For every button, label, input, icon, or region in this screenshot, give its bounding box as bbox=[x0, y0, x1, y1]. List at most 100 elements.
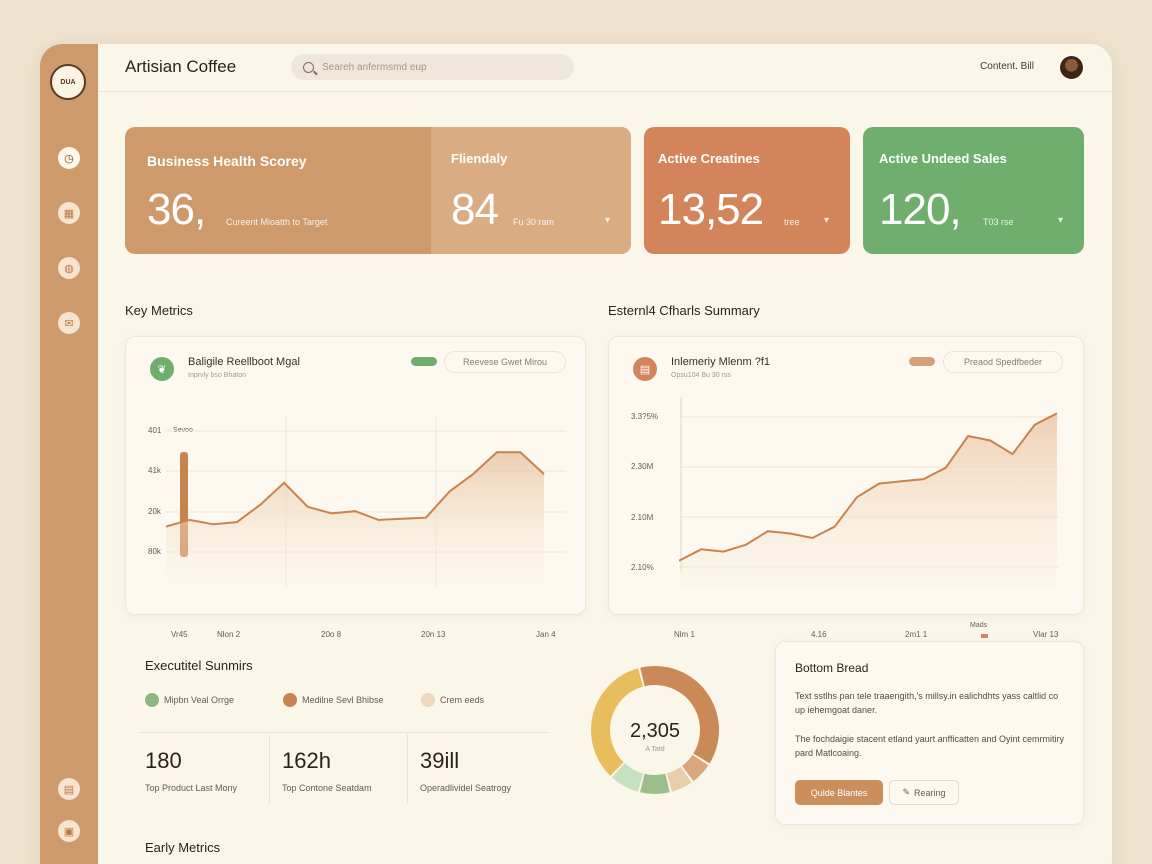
x-tick: 4.16 bbox=[811, 630, 827, 639]
chevron-down-icon[interactable]: ▾ bbox=[1058, 215, 1063, 226]
marker-swatch bbox=[981, 634, 988, 638]
store-icon[interactable]: ▦ bbox=[58, 202, 80, 224]
legend-label: Mipbn Veal Orrge bbox=[164, 695, 235, 705]
chart-right-plot bbox=[679, 397, 1059, 587]
stat-label: Top Product Last Mony bbox=[145, 783, 238, 793]
y-tick: 2.10% bbox=[631, 563, 654, 572]
x-tick: Nlm 1 bbox=[674, 630, 695, 639]
edit-icon: ✎ bbox=[902, 787, 910, 797]
stat-value: 180 bbox=[145, 748, 182, 773]
stat-label: Operadlividel Seatrogy bbox=[420, 783, 512, 793]
legend-swatch bbox=[411, 357, 437, 366]
cup-icon[interactable]: ◍ bbox=[58, 257, 80, 279]
legend-label: Crem eeds bbox=[440, 695, 485, 705]
chart-left-plot bbox=[166, 417, 566, 587]
calendar-icon[interactable]: ▤ bbox=[58, 778, 80, 800]
chevron-down-icon[interactable]: ▾ bbox=[824, 215, 829, 226]
legend-label: Medilne Sevl Bhibse bbox=[302, 695, 384, 705]
kpi-title: Active Creatines bbox=[658, 151, 760, 166]
donut-segment bbox=[640, 773, 670, 795]
compass-icon[interactable]: ◷ bbox=[58, 147, 80, 169]
chevron-down-icon[interactable]: ▾ bbox=[605, 215, 610, 226]
kpi-sub: Cureent Mioatth to Target bbox=[226, 217, 328, 227]
secondary-button-label: Rearing bbox=[914, 787, 946, 798]
y-tick: 2.30M bbox=[631, 462, 654, 471]
divider bbox=[138, 732, 550, 733]
section-title-key-metrics: Key Metrics bbox=[125, 303, 193, 318]
body-text: Text sstlhs pan tele traaengith,'s mills… bbox=[795, 691, 1059, 715]
secondary-button[interactable]: ✎ Rearing bbox=[889, 780, 959, 805]
logo-text: DUA bbox=[60, 78, 76, 86]
x-tick: Nlon 2 bbox=[217, 630, 241, 639]
top-bar: Artisian Coffee Seareh anfermsmd eup Con… bbox=[98, 44, 1112, 92]
kpi-card-creatives[interactable]: Active Creatines 13,52 tree ▾ bbox=[644, 127, 850, 254]
kpi-title: Active Undeed Sales bbox=[879, 151, 1007, 166]
legend-swatch bbox=[909, 357, 935, 366]
user-name[interactable]: Content. Bill bbox=[980, 61, 1034, 72]
kpi-card-sales[interactable]: Active Undeed Sales 120, T03 rse ▾ bbox=[863, 127, 1084, 254]
kpi-value: 84 bbox=[451, 185, 499, 234]
area-fill bbox=[166, 452, 544, 587]
donut-value: 2,305 bbox=[629, 720, 681, 742]
bottom-bread-card: Bottom Bread Text sstlhs pan tele traaen… bbox=[775, 641, 1084, 825]
x-tick: 2m1 1 bbox=[905, 630, 928, 639]
x-tick: Vlar 13 bbox=[1033, 630, 1059, 639]
kpi-title: Business Health Scorey bbox=[147, 153, 307, 169]
legend-filter-button[interactable]: Reevese Gwet Mirou bbox=[444, 351, 566, 373]
brand-logo[interactable]: DUA bbox=[50, 64, 86, 100]
y-tick: 20k bbox=[148, 507, 161, 516]
mail-icon[interactable]: ✉ bbox=[58, 312, 80, 334]
card-title: Bottom Bread bbox=[795, 661, 869, 675]
marker-label: Mads bbox=[970, 622, 988, 629]
image-icon[interactable]: ▣ bbox=[58, 820, 80, 842]
stat-label: Top Contone Seatdam bbox=[282, 783, 372, 793]
search-placeholder: Seareh anfermsmd eup bbox=[322, 61, 427, 73]
leaf-icon: ❦ bbox=[150, 357, 174, 381]
kpi-sub: T03 rse bbox=[983, 217, 1014, 227]
chart-card-right: ▤ Inlemeriy Mlenm ?f1 Opsu104 Bu 30 rss … bbox=[608, 336, 1084, 639]
divider bbox=[407, 734, 408, 804]
kpi-value: 36, bbox=[147, 185, 206, 234]
app-title: Artisian Coffee bbox=[125, 57, 237, 76]
y-tick: 41k bbox=[148, 466, 161, 475]
app-window: DUA ◷ ▦ ◍ ✉ ▤ ▣ Artisian Coffee Seareh a… bbox=[40, 44, 1112, 864]
chart-subtitle: Opsu104 Bu 30 rss bbox=[671, 372, 731, 379]
chart-card-left: ❦ Baligile Reellboot Mgal Inprvly bso Bh… bbox=[125, 336, 586, 639]
x-tick: Jan 4 bbox=[536, 630, 556, 639]
divider bbox=[269, 734, 270, 804]
kpi-card-health[interactable]: Business Health Scorey 36, Cureent Mioat… bbox=[125, 127, 631, 254]
kpi-value: 120, bbox=[879, 185, 962, 234]
donut-label: A Tatd bbox=[645, 746, 665, 753]
kpi-title: Fliendaly bbox=[451, 151, 508, 166]
kpi-value: 13,52 bbox=[658, 185, 764, 234]
section-title-early: Early Metrics bbox=[145, 840, 221, 855]
chart-title: Inlemeriy Mlenm ?f1 bbox=[671, 356, 771, 368]
stat-value: 162h bbox=[282, 748, 331, 773]
legend-dot bbox=[145, 693, 159, 707]
x-tick: 20o 8 bbox=[321, 630, 342, 639]
legend-dot bbox=[421, 693, 435, 707]
y-tick: 2.10M bbox=[631, 513, 654, 522]
kpi-sub: tree bbox=[784, 217, 800, 227]
stat-value: 39ill bbox=[420, 748, 460, 773]
y-tick: 401 bbox=[148, 426, 162, 435]
body-text: The fochdaigie stacent etland yaurt anff… bbox=[795, 734, 1064, 758]
chart-title: Baligile Reellboot Mgal bbox=[188, 356, 300, 368]
sidebar: DUA ◷ ▦ ◍ ✉ ▤ ▣ bbox=[40, 44, 98, 864]
y-tick: 3.3?5% bbox=[631, 412, 659, 421]
legend-dot bbox=[283, 693, 297, 707]
x-tick: Vr45 bbox=[171, 630, 188, 639]
legend-filter-button[interactable]: Preaod Spedfbeder bbox=[943, 351, 1063, 373]
chart-subtitle: Inprvly bso Bhaton bbox=[188, 372, 246, 379]
y-tick: 80k bbox=[148, 547, 161, 556]
kpi-sub: Fu 30 ram bbox=[513, 217, 555, 227]
section-title-external-summary: Esternl4 Cfharls Summary bbox=[608, 303, 760, 318]
area-fill bbox=[679, 413, 1057, 587]
section-title-executive: Executitel Sunmirs bbox=[145, 658, 253, 673]
avatar[interactable] bbox=[1059, 55, 1084, 80]
receipt-icon: ▤ bbox=[633, 357, 657, 381]
x-tick: 20n 13 bbox=[421, 630, 446, 639]
primary-button[interactable]: Qulde Blantes bbox=[795, 780, 883, 805]
search-input[interactable]: Seareh anfermsmd eup bbox=[291, 54, 574, 80]
search-icon bbox=[303, 61, 314, 73]
